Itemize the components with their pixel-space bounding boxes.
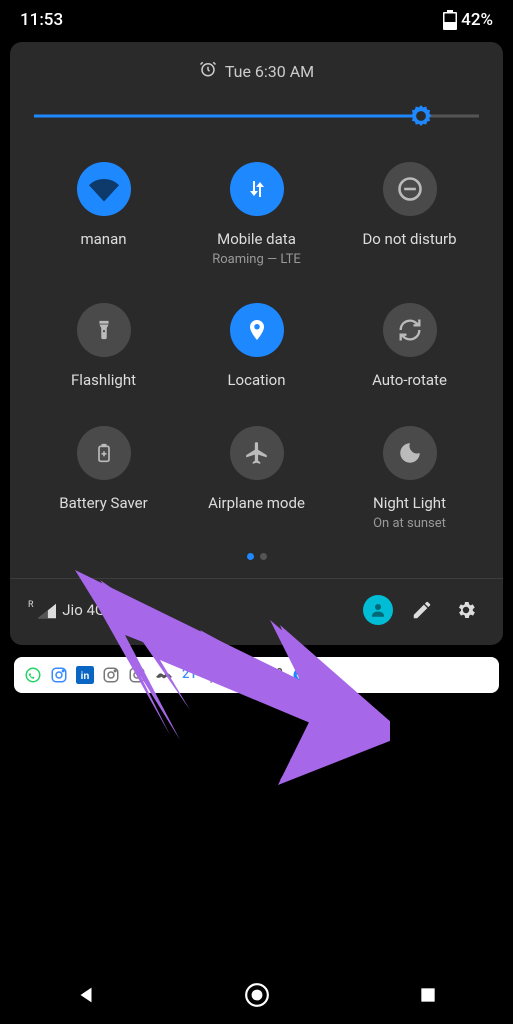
alarm-icon [199, 60, 217, 82]
navigation-bar [0, 966, 513, 1024]
tile-mobile-data-label: Mobile data [217, 230, 296, 250]
tile-battery-saver-label: Battery Saver [59, 494, 147, 514]
dnd-icon [383, 162, 437, 216]
tile-mobile-data-sub: Roaming — LTE [212, 252, 301, 267]
whatsapp-icon [24, 666, 42, 684]
pencil-icon [411, 599, 433, 621]
instagram-icon-3 [128, 666, 146, 684]
brightness-slider[interactable] [34, 102, 479, 130]
dot-icon: • [318, 669, 321, 680]
temperature-value: 21° [182, 667, 202, 682]
tile-wifi[interactable]: manan [32, 162, 175, 267]
battery-saver-icon [77, 426, 131, 480]
tile-airplane-label: Airplane mode [208, 494, 305, 514]
brightness-thumb[interactable] [408, 103, 434, 129]
settings-button[interactable] [447, 591, 485, 629]
nav-recent-button[interactable] [398, 985, 458, 1005]
tile-autorotate[interactable]: Auto-rotate [338, 303, 481, 391]
share-icon [266, 666, 284, 684]
square-icon [418, 985, 438, 1005]
user-button[interactable] [359, 591, 397, 629]
brightness-fill [34, 115, 421, 118]
carrier-name: Jio 4G [62, 601, 105, 619]
tile-dnd-label: Do not disturb [362, 230, 456, 250]
svg-text:in: in [81, 670, 90, 681]
tile-location-label: Location [227, 371, 285, 391]
flashlight-icon [77, 303, 131, 357]
tile-night-light[interactable]: Night Light On at sunset [338, 426, 481, 531]
footer-divider [10, 578, 503, 579]
mustache-icon [154, 669, 174, 681]
net-speed: 0KB/s [210, 663, 232, 686]
quick-settings-panel: Tue 6:30 AM manan Mobile data Roaming — … [10, 42, 503, 645]
signal-icon: R [28, 600, 56, 618]
gear-icon [455, 599, 477, 621]
location-icon [230, 303, 284, 357]
tile-airplane[interactable]: Airplane mode [185, 426, 328, 531]
airplane-icon [230, 426, 284, 480]
battery-icon [443, 10, 457, 30]
tiles-grid: manan Mobile data Roaming — LTE Do not d… [24, 156, 489, 547]
mobile-data-icon [230, 162, 284, 216]
user-avatar-icon [363, 595, 393, 625]
autorotate-icon [383, 303, 437, 357]
tile-autorotate-label: Auto-rotate [372, 371, 447, 391]
status-time: 11:53 [20, 10, 63, 30]
night-light-icon [383, 426, 437, 480]
home-icon [244, 982, 270, 1008]
status-bar: 11:53 42% [0, 0, 513, 36]
tile-battery-saver[interactable]: Battery Saver [32, 426, 175, 531]
carrier-info[interactable]: R Jio 4G [28, 600, 105, 618]
aperture-icon [240, 666, 258, 684]
telegram-icon [292, 666, 310, 684]
page-dot-1 [247, 553, 254, 560]
panel-footer: R Jio 4G [24, 591, 489, 631]
tile-location[interactable]: Location [185, 303, 328, 391]
alarm-text: Tue 6:30 AM [225, 62, 314, 81]
tile-flashlight-label: Flashlight [71, 371, 136, 391]
page-dot-2 [260, 553, 267, 560]
instagram-icon-2 [102, 666, 120, 684]
battery-percent: 42% [461, 10, 493, 30]
page-indicator [24, 553, 489, 560]
status-right: 42% [443, 10, 493, 30]
linkedin-icon: in [76, 666, 94, 684]
alarm-row[interactable]: Tue 6:30 AM [24, 60, 489, 82]
nav-back-button[interactable] [56, 984, 116, 1006]
wifi-icon [77, 162, 131, 216]
edit-button[interactable] [403, 591, 441, 629]
back-icon [75, 984, 97, 1006]
notification-icon-bar[interactable]: in 21° 0KB/s • [14, 657, 499, 693]
tile-dnd[interactable]: Do not disturb [338, 162, 481, 267]
nav-home-button[interactable] [227, 982, 287, 1008]
instagram-icon [50, 666, 68, 684]
tile-wifi-label: manan [80, 230, 126, 250]
tile-night-light-sub: On at sunset [373, 516, 446, 531]
tile-flashlight[interactable]: Flashlight [32, 303, 175, 391]
tile-mobile-data[interactable]: Mobile data Roaming — LTE [185, 162, 328, 267]
tile-night-light-label: Night Light [373, 494, 446, 514]
